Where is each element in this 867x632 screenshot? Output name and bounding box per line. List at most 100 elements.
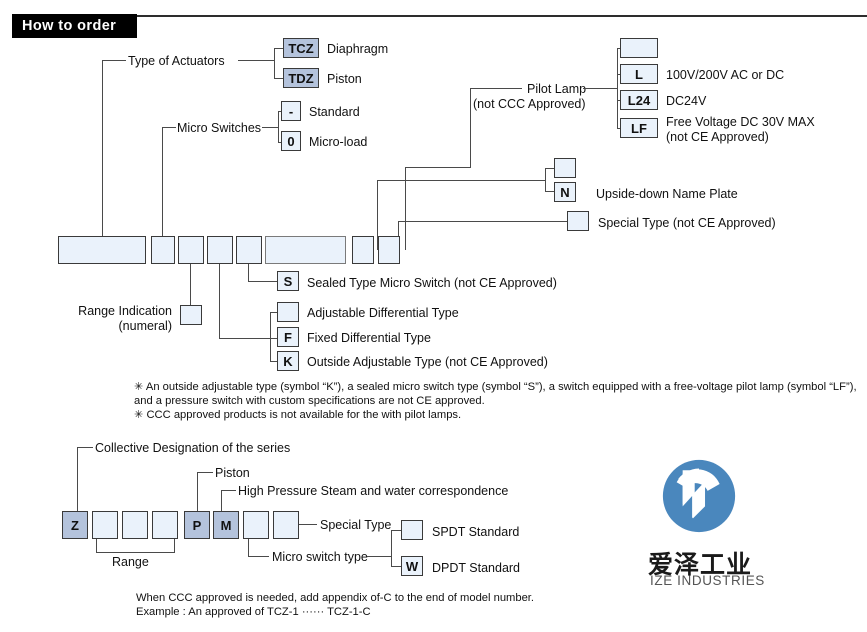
code-box-pilotlamp-lf[interactable]: LF: [620, 118, 658, 138]
code-box-pilotlamp-l[interactable]: L: [620, 64, 658, 84]
label-pilot-lamp: Pilot Lamp: [527, 82, 587, 96]
bottom-code-box-8[interactable]: [273, 511, 299, 539]
bracket-range-left: [96, 539, 98, 553]
how-to-order-diagram-page: How to order Type of Actuators TCZ Diaph…: [0, 0, 867, 632]
code-box-nameplate-blank[interactable]: [554, 158, 576, 178]
desc-pilotlamp-l: 100V/200V AC or DC: [666, 68, 785, 82]
model-box-5[interactable]: [236, 236, 262, 264]
code-box-standard-dash[interactable]: -: [281, 101, 301, 121]
connector-microswitches-right: [262, 127, 278, 129]
code-box-dpdt-w[interactable]: W: [401, 556, 423, 576]
desc-pilotlamp-l24: DC24V: [666, 94, 707, 108]
model-box-4[interactable]: [207, 236, 233, 264]
model-box-7[interactable]: [352, 236, 374, 264]
trunk-nameplate-h: [377, 180, 545, 182]
bottom-code-box-4[interactable]: [152, 511, 178, 539]
desc-pilotlamp-lf: Free Voltage DC 30V MAX: [666, 115, 815, 129]
desc-outside-adjustable: Outside Adjustable Type (not CE Approved…: [307, 355, 548, 369]
model-box-3[interactable]: [178, 236, 204, 264]
label-range-bottom: Range: [112, 555, 149, 569]
label-range-indication-line2: (numeral): [118, 319, 173, 333]
bracket-range-right: [174, 539, 176, 553]
bracket-microswitchtype: [391, 530, 393, 567]
bottom-code-box-p[interactable]: P: [184, 511, 210, 539]
label-type-of-actuators: Type of Actuators: [128, 54, 225, 68]
model-box-8[interactable]: [378, 236, 400, 264]
trunk-pilotlamp-v: [470, 88, 472, 168]
bracket-differential: [270, 312, 272, 362]
code-box-pilotlamp-blank[interactable]: [620, 38, 658, 58]
label-micro-switches: Micro Switches: [177, 121, 262, 135]
label-high-pressure: High Pressure Steam and water correspond…: [238, 484, 509, 498]
ccc-note-line2: Example : An approved of TCZ-1 ······ TC…: [136, 606, 371, 618]
connector-special-type-bottom: [299, 524, 317, 526]
connector-collective-v: [77, 447, 79, 511]
code-box-pilotlamp-l24[interactable]: L24: [620, 90, 658, 110]
company-logo-mark: [656, 453, 742, 539]
connector-highpressure-v: [221, 490, 223, 511]
trunk-actuators: [102, 60, 104, 250]
trunk-differential-down: [219, 264, 221, 339]
desc-dpdt: DPDT Standard: [432, 561, 521, 575]
trunk-microswitches: [162, 127, 164, 250]
desc-fixed-differential: Fixed Differential Type: [307, 331, 431, 345]
code-box-fixed-differential[interactable]: F: [277, 327, 299, 347]
connector-microswitchtype-v: [248, 539, 250, 557]
header-rule: [30, 15, 867, 17]
code-box-outside-adjustable[interactable]: K: [277, 351, 299, 371]
code-box-spdt[interactable]: [401, 520, 423, 540]
bottom-code-box-m[interactable]: M: [213, 511, 239, 539]
desc-standard: Standard: [309, 105, 360, 119]
bracket-microswitchtype-top: [391, 530, 401, 532]
model-box-1[interactable]: [58, 236, 146, 264]
bottom-code-box-2[interactable]: [92, 511, 118, 539]
connector-collective-h: [77, 447, 93, 449]
code-box-adjustable-differential[interactable]: [277, 302, 299, 322]
connector-microswitchtype-h: [248, 556, 269, 558]
label-pilot-lamp-sub: (not CCC Approved): [473, 97, 586, 111]
code-box-tcz[interactable]: TCZ: [283, 38, 319, 58]
bottom-code-box-3[interactable]: [122, 511, 148, 539]
footnote-3: ✳ CCC approved products is not available…: [134, 409, 462, 421]
code-box-special-type[interactable]: [567, 211, 589, 231]
connector-microswitchtype-h2: [367, 556, 392, 558]
connector-pilotlamp-left: [470, 88, 522, 90]
bottom-code-box-7[interactable]: [243, 511, 269, 539]
desc-nameplate-n: Upside-down Name Plate: [596, 187, 738, 201]
model-box-2[interactable]: [151, 236, 175, 264]
code-box-sealed-s[interactable]: S: [277, 271, 299, 291]
desc-adjustable-differential: Adjustable Differential Type: [307, 306, 459, 320]
code-box-tdz[interactable]: TDZ: [283, 68, 319, 88]
desc-sealed-s: Sealed Type Micro Switch (not CE Approve…: [307, 276, 557, 290]
code-box-nameplate-n[interactable]: N: [554, 182, 576, 202]
desc-tcz: Diaphragm: [327, 42, 389, 56]
bracket-nameplate: [545, 168, 547, 192]
trunk-pilotlamp-h: [405, 167, 471, 169]
connector-actuators-right: [238, 60, 274, 62]
bracket-actuators: [274, 48, 276, 79]
label-collective-designation: Collective Designation of the series: [95, 441, 291, 455]
code-box-range-indication[interactable]: [180, 305, 202, 325]
page-title: How to order: [12, 14, 137, 38]
desc-tdz: Piston: [327, 72, 362, 86]
connector-microswitches-left: [162, 127, 176, 129]
bottom-code-box-z[interactable]: Z: [62, 511, 88, 539]
bracket-pilotlamp: [617, 48, 619, 129]
code-box-microload[interactable]: 0: [281, 131, 301, 151]
bracket-microswitches: [278, 111, 280, 143]
connector-actuators-left: [102, 60, 126, 62]
trunk-sealed-down: [248, 264, 250, 282]
trunk-range-indication: [190, 264, 192, 306]
desc-spdt: SPDT Standard: [432, 525, 520, 539]
desc-pilotlamp-lf-sub: (not CE Approved): [666, 130, 769, 144]
label-piston: Piston: [215, 466, 250, 480]
trunk-specialtype-h: [398, 221, 568, 223]
desc-microload: Micro-load: [309, 135, 368, 149]
label-range-indication-line1: Range Indication: [78, 304, 172, 318]
connector-highpressure-h: [221, 490, 236, 492]
trunk-sealed-h: [248, 281, 278, 283]
connector-pilotlamp-right: [583, 88, 618, 90]
label-special-type-bottom: Special Type: [320, 518, 392, 532]
model-box-6[interactable]: [265, 236, 346, 264]
connector-piston-h: [197, 472, 213, 474]
